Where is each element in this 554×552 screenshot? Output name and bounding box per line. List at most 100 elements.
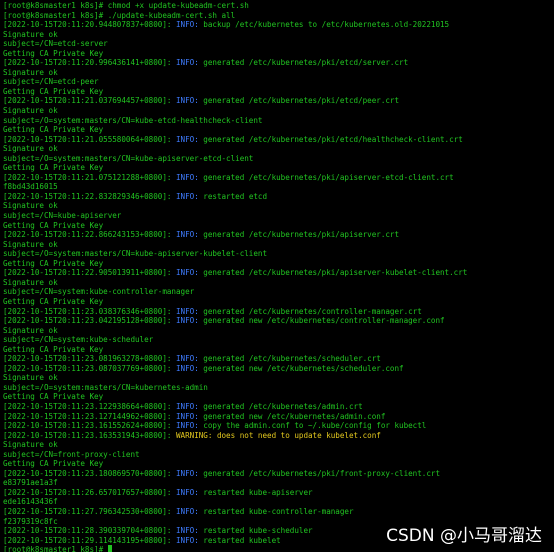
terminal-line: Getting CA Private Key — [3, 125, 554, 135]
log-message: generated /etc/kubernetes/pki/apiserver-… — [198, 172, 454, 182]
log-level-info: INFO: — [175, 535, 199, 545]
line-text: Signature ok — [3, 144, 58, 154]
log-level-info: INFO: — [175, 421, 199, 431]
terminal-line: subject=/O=system:masters/CN=kube-apiser… — [3, 154, 554, 164]
terminal-line: Signature ok — [3, 373, 554, 383]
line-text: Signature ok — [3, 106, 58, 116]
log-message: restarted etcd — [198, 191, 268, 201]
line-text: subject=/CN=kube-apiserver — [3, 211, 122, 221]
line-text: Signature ok — [3, 67, 58, 77]
log-message: generated /etc/kubernetes/pki/etcd/peer.… — [198, 96, 400, 106]
log-line-info: [2022-10-15T20:11:21.055580064+0800]: IN… — [3, 135, 554, 145]
log-level-info: INFO: — [175, 411, 199, 421]
log-message: restarted kube-scheduler — [198, 526, 313, 536]
line-text: Getting CA Private Key — [3, 344, 104, 354]
line-text: subject=/O=system:masters/CN=kube-apiser… — [3, 249, 268, 259]
log-level-info: INFO: — [175, 487, 199, 497]
log-level-info: INFO: — [175, 134, 199, 144]
log-message: generated /etc/kubernetes/pki/etcd/serve… — [198, 58, 409, 68]
log-timestamp: [2022-10-15T20:11:22.832829346+0800]: — [3, 191, 176, 201]
log-message: generated new /etc/kubernetes/admin.conf — [198, 411, 386, 421]
terminal-line: subject=/CN=system:kube-controller-manag… — [3, 287, 554, 297]
line-text: Getting CA Private Key — [3, 220, 104, 230]
log-timestamp: [2022-10-15T20:11:21.037694457+0800]: — [3, 96, 176, 106]
log-level-info: INFO: — [175, 526, 199, 536]
log-timestamp: [2022-10-15T20:11:20.944807837+0800]: — [3, 20, 176, 30]
log-line-info: [2022-10-15T20:11:23.038376346+0800]: IN… — [3, 307, 554, 317]
log-message: generated /etc/kubernetes/scheduler.crt — [198, 354, 381, 364]
line-text: Getting CA Private Key — [3, 392, 104, 402]
log-line-info: [2022-10-15T20:11:22.866243153+0800]: IN… — [3, 230, 554, 240]
log-message: generated /etc/kubernetes/admin.crt — [198, 401, 363, 411]
log-line-info: [2022-10-15T20:11:21.037694457+0800]: IN… — [3, 96, 554, 106]
log-message: does not need to update kubelet.conf — [212, 430, 381, 440]
log-level-info: INFO: — [175, 306, 199, 316]
terminal-line: subject=/CN=etcd-server — [3, 39, 554, 49]
terminal-line: Signature ok — [3, 30, 554, 40]
terminal-line: subject=/CN=front-proxy-client — [3, 450, 554, 460]
line-text: Signature ok — [3, 440, 58, 450]
log-level-info: INFO: — [175, 506, 199, 516]
line-text: Getting CA Private Key — [3, 48, 104, 58]
log-timestamp: [2022-10-15T20:11:23.081963278+0800]: — [3, 354, 176, 364]
log-timestamp: [2022-10-15T20:11:23.087037769+0800]: — [3, 363, 176, 373]
log-timestamp: [2022-10-15T20:11:23.163531943+0800]: — [3, 430, 176, 440]
terminal-line: Signature ok — [3, 106, 554, 116]
terminal-window[interactable]: [root@k8smaster1 k8s]# chmod +x update-k… — [0, 0, 554, 552]
log-line-info: [2022-10-15T20:11:23.127144962+0800]: IN… — [3, 412, 554, 422]
terminal-line: Signature ok — [3, 144, 554, 154]
log-line-info: [2022-10-15T20:11:23.180869570+0800]: IN… — [3, 469, 554, 479]
terminal-line: subject=/CN=system:kube-scheduler — [3, 335, 554, 345]
log-timestamp: [2022-10-15T20:11:21.075121288+0800]: — [3, 172, 176, 182]
terminal-line: Getting CA Private Key — [3, 49, 554, 59]
terminal-line: [root@k8smaster1 k8s]# chmod +x update-k… — [3, 1, 554, 11]
terminal-line: Getting CA Private Key — [3, 163, 554, 173]
line-text: [root@k8smaster1 k8s]# ./update-kubeadm-… — [3, 10, 236, 20]
terminal-line: ede16143436f — [3, 497, 554, 507]
log-level-info: INFO: — [175, 58, 199, 68]
text-cursor[interactable] — [107, 545, 113, 552]
line-text: Getting CA Private Key — [3, 296, 104, 306]
line-text: Getting CA Private Key — [3, 86, 104, 96]
line-text: subject=/O=system:masters/CN=kubernetes-… — [3, 382, 208, 392]
line-text: Getting CA Private Key — [3, 258, 104, 268]
log-line-info: [2022-10-15T20:11:26.657017657+0800]: IN… — [3, 488, 554, 498]
log-level-info: INFO: — [175, 363, 199, 373]
log-line-info: [2022-10-15T20:11:21.075121288+0800]: IN… — [3, 173, 554, 183]
log-line-info: [2022-10-15T20:11:23.042195128+0800]: IN… — [3, 316, 554, 326]
terminal-line: Signature ok — [3, 201, 554, 211]
terminal-line: Getting CA Private Key — [3, 221, 554, 231]
terminal-line: Signature ok — [3, 440, 554, 450]
log-line-info: [2022-10-15T20:11:20.996436141+0800]: IN… — [3, 58, 554, 68]
terminal-line: subject=/O=system:masters/CN=kube-apiser… — [3, 249, 554, 259]
log-timestamp: [2022-10-15T20:11:21.055580064+0800]: — [3, 134, 176, 144]
line-text: subject=/CN=etcd-server — [3, 39, 108, 49]
line-text: Getting CA Private Key — [3, 163, 104, 173]
log-line-info: [2022-10-15T20:11:27.796342530+0800]: IN… — [3, 507, 554, 517]
log-timestamp: [2022-10-15T20:11:20.996436141+0800]: — [3, 58, 176, 68]
shell-prompt: [root@k8smaster1 k8s]# — [3, 545, 108, 552]
csdn-watermark: CSDN @小马哥溜达 — [386, 526, 542, 546]
log-level-info: INFO: — [175, 268, 199, 278]
log-line-info: [2022-10-15T20:11:23.122938664+0800]: IN… — [3, 402, 554, 412]
log-message: restarted kubelet — [198, 535, 281, 545]
line-text: Signature ok — [3, 325, 58, 335]
log-level-info: INFO: — [175, 316, 199, 326]
log-level-info: INFO: — [175, 96, 199, 106]
log-timestamp: [2022-10-15T20:11:23.127144962+0800]: — [3, 411, 176, 421]
log-message: generated /etc/kubernetes/pki/front-prox… — [198, 468, 440, 478]
terminal-line: Getting CA Private Key — [3, 297, 554, 307]
terminal-line: Getting CA Private Key — [3, 392, 554, 402]
terminal-line: Signature ok — [3, 240, 554, 250]
log-timestamp: [2022-10-15T20:11:23.180869570+0800]: — [3, 468, 176, 478]
log-message: copy the admin.conf to ~/.kube/config fo… — [198, 421, 427, 431]
terminal-line: Getting CA Private Key — [3, 87, 554, 97]
log-message: generated /etc/kubernetes/pki/apiserver-… — [198, 268, 468, 278]
log-message: restarted kube-apiserver — [198, 487, 313, 497]
line-text: [root@k8smaster1 k8s]# chmod +x update-k… — [3, 1, 249, 10]
log-line-info: [2022-10-15T20:11:23.087037769+0800]: IN… — [3, 364, 554, 374]
line-text: Getting CA Private Key — [3, 125, 104, 135]
terminal-line: [root@k8smaster1 k8s]# ./update-kubeadm-… — [3, 11, 554, 21]
terminal-line: subject=/O=system:masters/CN=kubernetes-… — [3, 383, 554, 393]
line-text: Signature ok — [3, 277, 58, 287]
